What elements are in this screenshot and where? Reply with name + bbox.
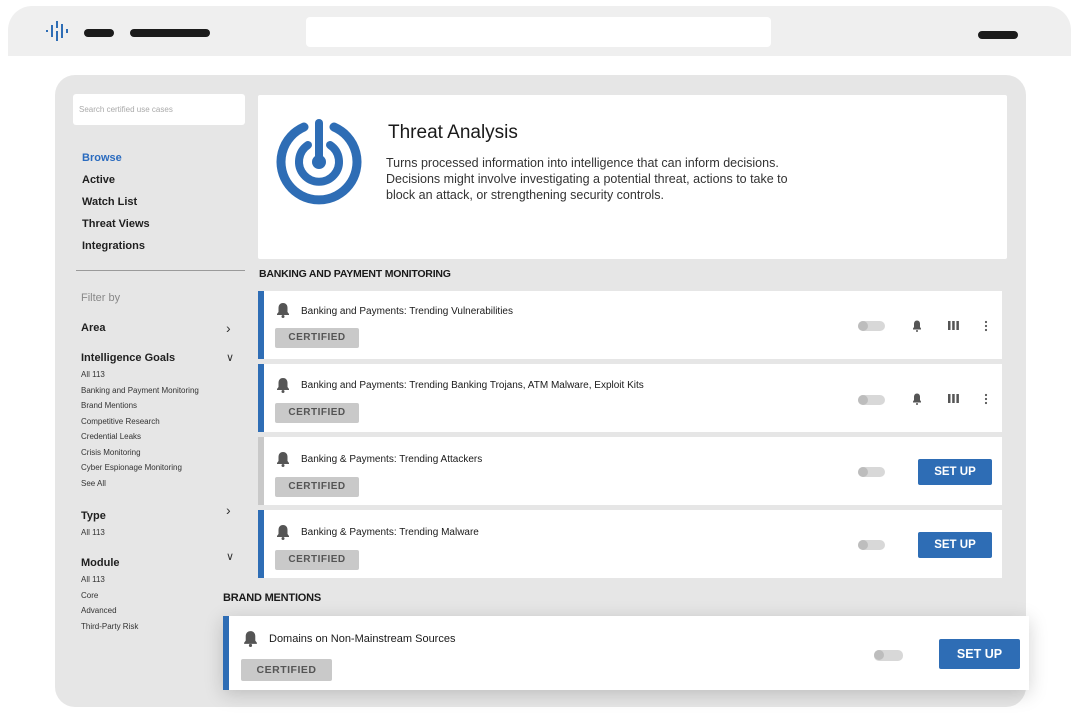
description-line: block an attack, or strengthening securi… [386, 188, 664, 202]
filter-option[interactable]: Cyber Espionage Monitoring [81, 460, 199, 476]
filter-option[interactable]: Banking and Payment Monitoring [81, 383, 199, 399]
filter-option[interactable]: Competitive Research [81, 414, 199, 430]
bell-icon [277, 525, 289, 540]
enable-toggle[interactable] [874, 650, 903, 661]
more-options-icon[interactable] [984, 393, 988, 405]
columns-icon[interactable] [948, 321, 959, 330]
browser-toolbar [8, 6, 1071, 58]
use-case-row[interactable]: Banking & Payments: Trending Malware CER… [258, 510, 1002, 578]
certified-badge: CERTIFIED [275, 328, 359, 348]
bell-icon [277, 378, 289, 393]
set-up-button[interactable]: SET UP [939, 639, 1020, 669]
nav-item-threat-views[interactable]: Threat Views [82, 216, 150, 238]
use-case-row[interactable]: Banking and Payments: Trending Banking T… [258, 364, 1002, 432]
filter-type-title[interactable]: Type [81, 507, 106, 525]
filter-area-title: Area [81, 322, 106, 334]
filter-option[interactable]: Core [81, 588, 138, 604]
chevron-down-icon[interactable]: ∨ [226, 548, 234, 566]
filter-option[interactable]: Crisis Monitoring [81, 445, 199, 461]
address-bar[interactable] [306, 17, 771, 47]
filter-type: Type › All 113 [81, 502, 231, 541]
section-heading: BANKING AND PAYMENT MONITORING [259, 268, 451, 280]
menu-placeholder[interactable] [978, 31, 1018, 39]
nav-item-watch-list[interactable]: Watch List [82, 194, 150, 216]
filter-option[interactable]: All 113 [81, 367, 199, 383]
use-case-title[interactable]: Domains on Non-Mainstream Sources [269, 633, 455, 645]
certified-badge: CERTIFIED [241, 659, 332, 681]
nav-item-active[interactable]: Active [82, 172, 150, 194]
toolbar-placeholder [130, 29, 210, 37]
enable-toggle[interactable] [858, 321, 885, 331]
alert-bell-icon[interactable] [912, 393, 922, 405]
filter-option[interactable]: All 113 [81, 525, 106, 541]
filter-option[interactable]: All 113 [81, 572, 138, 588]
use-case-title[interactable]: Banking & Payments: Trending Attackers [301, 454, 482, 465]
enable-toggle[interactable] [858, 467, 885, 477]
filter-area[interactable]: Area › [81, 319, 231, 337]
enable-toggle[interactable] [858, 395, 885, 405]
filter-option[interactable]: Credential Leaks [81, 429, 199, 445]
filter-option[interactable]: Third-Party Risk [81, 619, 138, 635]
sidebar-divider [76, 270, 245, 271]
certified-badge: CERTIFIED [275, 550, 359, 570]
description-line: Turns processed information into intelli… [386, 156, 779, 170]
nav-item-integrations[interactable]: Integrations [82, 238, 150, 260]
bell-icon [244, 631, 257, 647]
certified-badge: CERTIFIED [275, 477, 359, 497]
page-description: Turns processed information into intelli… [386, 155, 856, 203]
alert-bell-icon[interactable] [912, 320, 922, 332]
filter-module-title[interactable]: Module [81, 554, 138, 572]
page-title: Threat Analysis [388, 122, 518, 143]
use-case-title[interactable]: Banking & Payments: Trending Malware [301, 527, 479, 538]
set-up-button[interactable]: SET UP [918, 459, 992, 485]
threat-analysis-icon [276, 119, 362, 205]
filter-goals-title[interactable]: Intelligence Goals [81, 349, 199, 367]
bell-icon [277, 303, 289, 318]
toolbar-placeholder [84, 29, 114, 37]
see-all-link[interactable]: See All [81, 476, 199, 492]
section-heading: BRAND MENTIONS [223, 592, 322, 604]
search-input[interactable] [73, 94, 245, 125]
threat-analysis-header: Threat Analysis Turns processed informat… [258, 95, 1007, 259]
bell-icon [277, 452, 289, 467]
certified-badge: CERTIFIED [275, 403, 359, 423]
set-up-button[interactable]: SET UP [918, 532, 992, 558]
use-case-row[interactable]: Banking & Payments: Trending Attackers C… [258, 437, 1002, 505]
sidebar-nav: Browse Active Watch List Threat Views In… [82, 150, 150, 260]
app-logo-icon [46, 21, 68, 41]
use-case-title[interactable]: Banking and Payments: Trending Vulnerabi… [301, 306, 513, 317]
description-line: Decisions might involve investigating a … [386, 172, 788, 186]
chevron-down-icon[interactable]: ∨ [226, 349, 234, 367]
use-case-title[interactable]: Banking and Payments: Trending Banking T… [301, 380, 644, 391]
filter-option[interactable]: Brand Mentions [81, 398, 199, 414]
nav-item-browse[interactable]: Browse [82, 150, 150, 172]
filter-by-label: Filter by [81, 292, 121, 304]
chevron-right-icon[interactable]: › [226, 501, 231, 519]
filter-module: Module ∨ All 113 Core Advanced Third-Par… [81, 551, 234, 635]
enable-toggle[interactable] [858, 540, 885, 550]
columns-icon[interactable] [948, 394, 959, 403]
more-options-icon[interactable] [984, 320, 988, 332]
use-case-row[interactable]: Banking and Payments: Trending Vulnerabi… [258, 291, 1002, 359]
chevron-right-icon[interactable]: › [226, 319, 231, 337]
filter-intelligence-goals: Intelligence Goals ∨ All 113 Banking and… [81, 349, 234, 492]
filter-option[interactable]: Advanced [81, 603, 138, 619]
use-case-row[interactable]: Domains on Non-Mainstream Sources CERTIF… [223, 616, 1029, 690]
